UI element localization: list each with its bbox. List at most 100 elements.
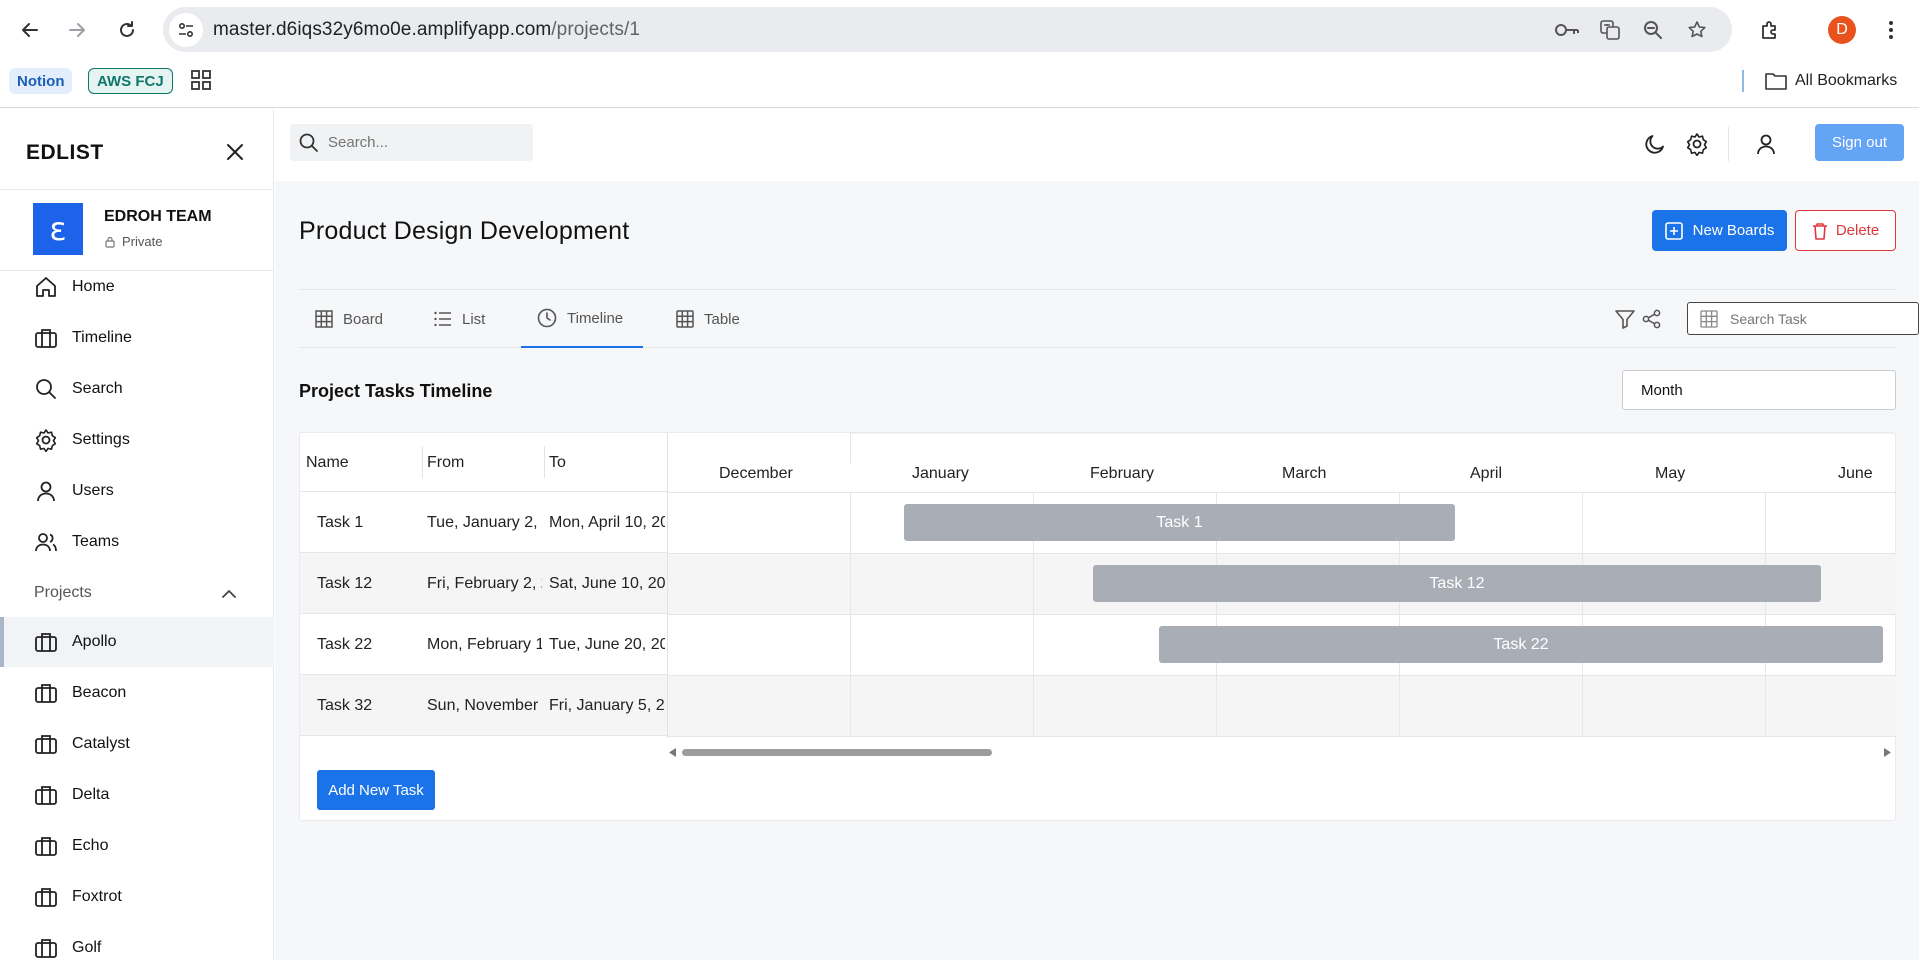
sidebar-item-users[interactable]: Users <box>0 466 274 516</box>
all-bookmarks[interactable]: All Bookmarks <box>1765 68 1897 94</box>
forward-button[interactable] <box>61 14 93 46</box>
scroll-thumb[interactable] <box>682 749 992 756</box>
sign-out-button[interactable]: Sign out <box>1815 124 1904 161</box>
tab-timeline[interactable]: Timeline <box>521 290 643 348</box>
sidebar-item-delta[interactable]: Delta <box>0 770 274 820</box>
filter-icon[interactable] <box>1613 307 1637 331</box>
kebab-menu-icon[interactable] <box>1875 14 1907 46</box>
team-switcher[interactable]: ɛ EDROH TEAM Private <box>0 189 274 271</box>
table-row[interactable]: Task 22 Mon, February 12, 2024 Tue, June… <box>300 614 667 675</box>
gantt-card: Name From To Task 1 Tue, January 2, 2024… <box>299 432 1896 821</box>
table-row[interactable]: Task 32 Sun, November 5, 2023 Fri, Janua… <box>300 675 667 736</box>
table-row[interactable]: Task 1 Tue, January 2, 2024 Mon, April 1… <box>300 492 667 553</box>
task-from-cell: Tue, January 2, 2024 <box>427 513 542 531</box>
tab-list[interactable]: List <box>434 290 485 348</box>
bookmarks-bar: Notion AWS FCJ All Bookmarks <box>0 60 1919 108</box>
sidebar-item-teams[interactable]: Teams <box>0 517 274 567</box>
tab-table[interactable]: Table <box>676 290 740 348</box>
search-icon <box>33 376 59 402</box>
sidebar-item-golf[interactable]: Golf <box>0 923 274 973</box>
back-button[interactable] <box>14 14 46 46</box>
site-info-icon[interactable] <box>169 13 203 47</box>
share-icon[interactable] <box>1640 307 1664 331</box>
arrow-left-icon <box>22 23 38 37</box>
sidebar-item-label: Apollo <box>72 633 117 650</box>
password-key-icon[interactable] <box>1554 17 1580 43</box>
chevron-up-icon[interactable] <box>218 582 240 604</box>
translate-icon[interactable] <box>1597 17 1623 43</box>
brand-title: EDLIST <box>26 141 104 164</box>
bookmark-notion[interactable]: Notion <box>9 68 73 94</box>
month-label-january: January <box>912 465 969 482</box>
reload-button[interactable] <box>111 14 143 46</box>
new-boards-button[interactable]: New Boards <box>1652 210 1787 251</box>
folder-icon <box>1765 73 1787 90</box>
team-visibility-label: Private <box>122 234 163 249</box>
sidebar-item-catalyst[interactable]: Catalyst <box>0 719 274 769</box>
task-name-cell: Task 12 <box>317 574 373 592</box>
tab-label: Board <box>343 310 384 328</box>
gantt-horizontal-scrollbar[interactable] <box>667 746 1896 758</box>
bookmark-aws-fcj[interactable]: AWS FCJ <box>88 68 173 94</box>
task-bar-task-1[interactable]: Task 1 <box>904 504 1455 541</box>
sidebar-item-settings[interactable]: Settings <box>0 415 274 465</box>
sidebar-item-label: Home <box>72 278 115 295</box>
sidebar-item-beacon[interactable]: Beacon <box>0 668 274 718</box>
global-search[interactable] <box>290 124 533 161</box>
delete-button[interactable]: Delete <box>1795 210 1896 251</box>
scroll-left-icon <box>669 748 676 757</box>
search-input[interactable] <box>328 134 518 151</box>
close-sidebar-button[interactable] <box>220 137 250 167</box>
sidebar-item-label: Golf <box>72 939 102 956</box>
sidebar-item-label: Teams <box>72 533 120 550</box>
profile-avatar[interactable]: D <box>1828 16 1856 44</box>
address-bar[interactable]: master.d6iqs32y6mo0e.amplifyapp.com/proj… <box>163 7 1732 52</box>
tab-label: Table <box>704 310 740 328</box>
sidebar-item-search[interactable]: Search <box>0 364 274 414</box>
view-mode-select[interactable]: Month <box>1622 370 1896 410</box>
apps-grid-icon[interactable] <box>191 70 213 92</box>
tab-label: Timeline <box>567 309 624 327</box>
moon-icon[interactable] <box>1640 129 1670 159</box>
team-visibility: Private <box>104 234 162 249</box>
zoom-icon[interactable] <box>1640 17 1666 43</box>
lock-icon <box>105 236 115 248</box>
gantt-header: Name From To <box>300 433 667 492</box>
month-label-february: February <box>1090 465 1155 482</box>
sidebar-item-timeline[interactable]: Timeline <box>0 313 274 363</box>
sidebar-item-apollo[interactable]: Apollo <box>0 617 274 667</box>
month-label-april: April <box>1470 465 1503 482</box>
all-bookmarks-label: All Bookmarks <box>1795 72 1898 89</box>
search-task-input[interactable] <box>1730 310 1910 327</box>
column-header-from: From <box>427 453 465 471</box>
table-row[interactable]: Task 12 Fri, February 2, 2024 Sat, June … <box>300 553 667 614</box>
user-icon[interactable] <box>1751 129 1781 159</box>
tab-board[interactable]: Board <box>315 290 383 348</box>
reload-icon <box>120 21 134 37</box>
sidebar-item-home[interactable]: Home <box>0 262 274 312</box>
star-icon[interactable] <box>1684 17 1710 43</box>
sidebar-item-label: Beacon <box>72 684 127 701</box>
task-bar-task-12[interactable]: Task 12 <box>1093 565 1821 602</box>
sidebar-item-echo[interactable]: Echo <box>0 821 274 871</box>
task-to-cell: Mon, April 10, 2024 <box>549 513 665 531</box>
extensions-icon[interactable] <box>1754 14 1786 46</box>
sidebar-item-label: Foxtrot <box>72 888 122 905</box>
section-title: Project Tasks Timeline <box>299 381 493 401</box>
task-bar-task-22[interactable]: Task 22 <box>1159 626 1883 663</box>
url-text: master.d6iqs32y6mo0e.amplifyapp.com/proj… <box>213 19 641 40</box>
search-task-field[interactable] <box>1687 302 1919 335</box>
sidebar-item-label: Timeline <box>72 329 132 346</box>
sidebar-item-foxtrot[interactable]: Foxtrot <box>0 872 274 922</box>
gear-icon[interactable] <box>1682 129 1712 159</box>
column-header-name: Name <box>306 453 349 471</box>
plus-square-icon <box>1664 221 1683 240</box>
user-icon <box>33 478 59 504</box>
briefcase-icon <box>33 325 59 351</box>
trash-icon <box>1812 222 1827 240</box>
gear-icon <box>33 427 59 453</box>
column-divider <box>544 446 545 478</box>
new-boards-label: New Boards <box>1692 222 1775 239</box>
home-icon <box>33 274 59 300</box>
add-new-task-button[interactable]: Add New Task <box>317 770 435 810</box>
